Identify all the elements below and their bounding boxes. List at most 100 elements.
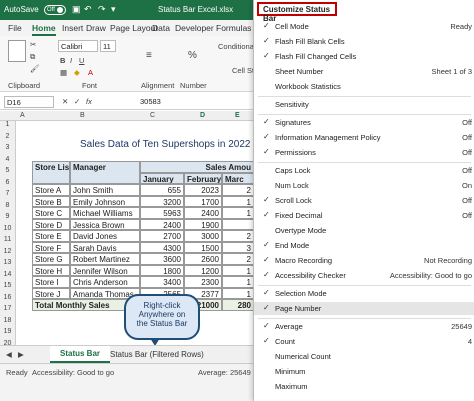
undo-icon[interactable]: ↶ — [84, 4, 92, 15]
menu-item[interactable]: Num Lock On — [254, 179, 474, 192]
redo-icon[interactable]: ↷ — [98, 4, 106, 15]
store-cell[interactable]: Store F — [32, 241, 70, 253]
tab-formulas[interactable]: Formulas — [216, 23, 251, 33]
january-cell[interactable]: 655 — [140, 184, 184, 196]
cancel-icon[interactable]: ✕ — [62, 97, 68, 106]
february-cell[interactable]: 1500 — [184, 241, 222, 253]
march-cell[interactable]: 1 — [222, 207, 254, 219]
row-header[interactable]: 2 — [0, 132, 16, 144]
copy-icon[interactable]: ⧉ — [30, 52, 35, 62]
menu-item[interactable]: ✓ Permissions Off — [254, 146, 474, 159]
manager-cell[interactable]: John Smith — [70, 184, 140, 196]
menu-item[interactable]: Workbook Statistics — [254, 80, 474, 93]
font-size-select[interactable]: 11 — [100, 40, 116, 52]
menu-item[interactable]: ✓ Selection Mode — [254, 287, 474, 300]
formula-input[interactable]: 30583 — [140, 97, 161, 106]
tab-file[interactable]: File — [8, 23, 22, 33]
row-header[interactable]: 18 — [0, 316, 16, 328]
autosave-toggle[interactable]: Off — [44, 5, 66, 15]
february-cell[interactable]: 1200 — [184, 264, 222, 276]
row-header[interactable]: 17 — [0, 305, 16, 317]
store-cell[interactable]: Store H — [32, 264, 70, 276]
february-cell[interactable]: 2023 — [184, 184, 222, 196]
tab-insert[interactable]: Insert — [62, 23, 83, 33]
row-header[interactable]: 8 — [0, 201, 16, 213]
menu-item[interactable]: ✓ Page Number — [254, 302, 474, 315]
column-header-e[interactable]: E — [235, 112, 240, 119]
march-cell[interactable]: 2 — [222, 253, 254, 265]
march-cell[interactable]: 2 — [222, 184, 254, 196]
row-header[interactable]: 14 — [0, 270, 16, 282]
format-painter-icon[interactable]: 🖌 — [30, 64, 40, 73]
menu-item[interactable]: ✓ Cell Mode Ready — [254, 20, 474, 33]
menu-item[interactable]: ✓ Fixed Decimal Off — [254, 209, 474, 222]
header-sales-amount[interactable]: Sales Amou — [140, 161, 254, 173]
menu-item[interactable]: ✓ Flash Fill Blank Cells — [254, 35, 474, 48]
february-cell[interactable]: 1900 — [184, 218, 222, 230]
january-cell[interactable]: 3600 — [140, 253, 184, 265]
bold-icon[interactable]: B — [60, 56, 65, 65]
february-cell[interactable]: 1700 — [184, 195, 222, 207]
manager-cell[interactable]: Sarah Davis — [70, 241, 140, 253]
row-header[interactable]: 1 — [0, 121, 16, 133]
row-header[interactable]: 5 — [0, 167, 16, 179]
manager-cell[interactable]: Michael Williams — [70, 207, 140, 219]
menu-item[interactable]: ✓ Count 4 — [254, 335, 474, 348]
row-header[interactable]: 13 — [0, 259, 16, 271]
january-cell[interactable]: 1800 — [140, 264, 184, 276]
march-cell[interactable]: 1 — [222, 195, 254, 207]
row-header[interactable]: 12 — [0, 247, 16, 259]
manager-cell[interactable]: Chris Anderson — [70, 276, 140, 288]
header-february[interactable]: February — [184, 173, 222, 184]
alignment-icon[interactable]: ≡ — [146, 50, 152, 61]
menu-item[interactable]: ✓ Information Management Policy Off — [254, 131, 474, 144]
menu-item[interactable]: ✓ End Mode — [254, 239, 474, 252]
tab-home[interactable]: Home — [32, 23, 56, 36]
menu-item[interactable]: Sensitivity — [254, 98, 474, 111]
enter-icon[interactable]: ✓ — [74, 97, 80, 106]
row-header[interactable]: 7 — [0, 190, 16, 202]
column-header-c[interactable]: C — [150, 112, 155, 119]
february-cell[interactable]: 2600 — [184, 253, 222, 265]
sheet-tab-filtered-rows[interactable]: Status Bar (Filtered Rows) — [110, 350, 204, 359]
row-header[interactable]: 3 — [0, 144, 16, 156]
manager-cell[interactable]: Robert Martinez — [70, 253, 140, 265]
store-cell[interactable]: Store A — [32, 184, 70, 196]
manager-cell[interactable]: Jessica Brown — [70, 218, 140, 230]
header-store-list[interactable]: Store List — [32, 161, 70, 184]
row-header[interactable]: 6 — [0, 178, 16, 190]
total-march-cell[interactable]: 280 — [222, 299, 254, 311]
accessibility-status[interactable]: Accessibility: Good to go — [32, 368, 114, 377]
header-manager[interactable]: Manager — [70, 161, 140, 184]
row-header[interactable]: 16 — [0, 293, 16, 305]
menu-item[interactable]: ✓ Flash Fill Changed Cells — [254, 50, 474, 63]
february-cell[interactable]: 2400 — [184, 207, 222, 219]
manager-cell[interactable]: Jennifer Wilson — [70, 264, 140, 276]
header-march[interactable]: Marc — [222, 173, 254, 184]
cut-icon[interactable]: ✂ — [30, 40, 36, 49]
column-header-a[interactable]: A — [20, 112, 25, 119]
row-header[interactable]: 11 — [0, 236, 16, 248]
march-cell[interactable]: 1 — [222, 276, 254, 288]
store-cell[interactable]: Store G — [32, 253, 70, 265]
number-format-icon[interactable]: % — [188, 50, 197, 61]
store-cell[interactable]: Store J — [32, 287, 70, 299]
store-cell[interactable]: Store D — [32, 218, 70, 230]
header-january[interactable]: January — [140, 173, 184, 184]
menu-item[interactable]: ✓ Accessibility Checker Accessibility: Goo… — [254, 269, 474, 282]
february-cell[interactable]: 2300 — [184, 276, 222, 288]
row-header[interactable]: 19 — [0, 328, 16, 340]
store-cell[interactable]: Store E — [32, 230, 70, 242]
borders-icon[interactable]: ▦ — [60, 68, 67, 77]
march-cell[interactable]: 1 — [222, 264, 254, 276]
january-cell[interactable]: 5963 — [140, 207, 184, 219]
menu-item[interactable]: Caps Lock Off — [254, 164, 474, 177]
italic-icon[interactable]: I — [70, 56, 72, 65]
next-sheet-icon[interactable]: ▶ — [18, 350, 24, 359]
january-cell[interactable]: 2400 — [140, 218, 184, 230]
underline-icon[interactable]: U — [79, 56, 84, 65]
name-box[interactable]: D16 — [4, 96, 54, 108]
manager-cell[interactable]: David Jones — [70, 230, 140, 242]
menu-item[interactable]: ✓ Average 25649 — [254, 320, 474, 333]
tab-draw[interactable]: Draw — [86, 23, 106, 33]
